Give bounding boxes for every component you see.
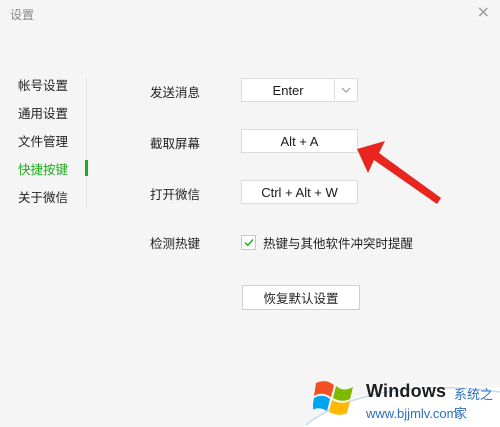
sidebar-item-about[interactable]: 关于微信 <box>18 187 68 206</box>
hotkey-conflict-option[interactable]: 热键与其他软件冲突时提醒 <box>241 233 413 252</box>
sidebar-item-files[interactable]: 文件管理 <box>18 131 68 150</box>
send-message-select[interactable]: Enter <box>241 78 358 102</box>
screenshot-label: 截取屏幕 <box>150 136 201 151</box>
sidebar-active-indicator <box>85 160 88 176</box>
close-button[interactable]: × <box>477 4 490 20</box>
window-title: 设置 <box>10 8 35 22</box>
restore-defaults-button[interactable]: 恢复默认设置 <box>242 285 360 310</box>
watermark: Windows 系统之家 www.bjjmlv.com <box>304 370 500 427</box>
open-wechat-label: 打开微信 <box>150 187 201 202</box>
hotkey-conflict-checkbox-label[interactable]: 热键与其他软件冲突时提醒 <box>263 233 413 252</box>
watermark-title: Windows <box>366 381 447 401</box>
watermark-subtitle: 系统之家 <box>454 388 494 422</box>
screenshot-hotkey-field[interactable]: Alt + A <box>241 129 358 153</box>
send-message-value: Enter <box>272 82 304 98</box>
sidebar-item-general[interactable]: 通用设置 <box>18 103 68 122</box>
sidebar-item-shortcuts[interactable]: 快捷按键 <box>18 159 68 178</box>
sidebar-item-account[interactable]: 帐号设置 <box>18 75 68 94</box>
checkmark-icon <box>244 239 254 247</box>
red-arrow-annotation <box>357 141 441 204</box>
hotkey-conflict-checkbox[interactable] <box>241 235 256 250</box>
chevron-down-icon[interactable] <box>334 79 357 101</box>
sidebar-divider <box>86 78 87 208</box>
watermark-url: www.bjjmlv.com <box>366 406 458 421</box>
send-message-label: 发送消息 <box>150 85 201 100</box>
open-wechat-hotkey-field[interactable]: Ctrl + Alt + W <box>241 180 358 204</box>
detect-hotkey-label: 检测热键 <box>150 236 201 251</box>
windows-logo-icon <box>313 381 353 415</box>
